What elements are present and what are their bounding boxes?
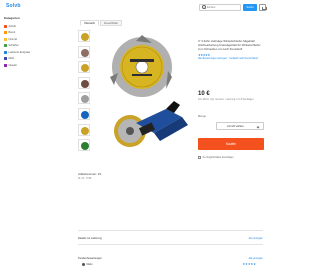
thumbnail[interactable]: [78, 123, 90, 136]
delivery-row[interactable]: Details zur Lieferung Alle anzeigen: [78, 234, 263, 242]
thumbnail-image: [81, 95, 89, 104]
sidebar-item-label: Glasalt: [8, 63, 17, 67]
search-icon: [202, 5, 207, 10]
delivery-link[interactable]: Alle anzeigen: [249, 237, 263, 240]
thumbnail[interactable]: [78, 30, 90, 42]
compare-label: Zu Vergleichsliste hinzufügen: [202, 156, 234, 159]
reviews-row[interactable]: Kundenbewertungen Alle anzeigen: [78, 254, 263, 262]
product-title: 4" 3 Zahn Holzsäge Winkelschleifer-Sägeb…: [198, 39, 261, 51]
search-box[interactable]: [199, 3, 241, 11]
sidebar-item-label: Multi: [8, 57, 14, 61]
item-number: Artikelnummer: 1/1: [78, 172, 102, 176]
category-swatch: [4, 31, 7, 35]
thumbnail-image: [81, 110, 89, 119]
thumbnail-image: [81, 64, 89, 73]
thumbnail[interactable]: [78, 92, 90, 105]
quantity-label: Menge: [198, 115, 206, 118]
purchase-panel: 4" 3 Zahn Holzsäge Winkelschleifer-Sägeb…: [198, 39, 266, 159]
sidebar-item-label: Schärfen: [8, 44, 19, 48]
price: 10 €: [198, 91, 210, 97]
sidebar-item[interactable]: Glasalt: [4, 62, 30, 69]
thumbnail-image: [81, 142, 89, 151]
thumbnail[interactable]: [78, 139, 90, 152]
category-swatch: [4, 50, 7, 54]
avatar: [82, 262, 85, 266]
reviews-link[interactable]: Alle anzeigen: [249, 257, 263, 260]
sidebar-item-label: Normal: [8, 37, 17, 41]
review-item: Mario ★★★★★: [82, 262, 256, 266]
site-logo[interactable]: Solvb: [6, 3, 21, 9]
buy-button[interactable]: Kaufen: [198, 138, 264, 150]
reviews-title: Kundenbewertungen: [78, 256, 102, 260]
category-swatch: [4, 37, 7, 41]
thumbnail-image: [81, 33, 89, 41]
category-swatch: [4, 63, 7, 67]
category-swatch: [4, 24, 7, 28]
angle-grinder-graphic: [114, 101, 188, 147]
top-bar: Solvb Suche: [0, 0, 271, 14]
thumbnail[interactable]: [78, 45, 90, 58]
category-swatch: [4, 57, 7, 61]
gallery-tabs: Übersicht Zusatzbilder: [80, 20, 123, 26]
quantity-select[interactable]: Anzahl wählen: [216, 122, 264, 130]
thumbnail[interactable]: [78, 76, 90, 89]
rating-link[interactable]: Alle Bewertungen anzeigen · Verkauft nac…: [198, 57, 266, 60]
item-number-section: Artikelnummer: 1/1 St. Nr.: 7746: [78, 172, 263, 180]
tab-overview[interactable]: Übersicht: [80, 20, 99, 26]
sidebar-item-label: Bereit: [8, 31, 16, 35]
sidebar-item-label: Anhalt: [8, 24, 16, 28]
chevron-down-icon: [256, 125, 260, 128]
compare-checkbox[interactable]: [198, 156, 201, 159]
item-subnumber: St. Nr.: 7746: [78, 177, 92, 180]
category-swatch: [4, 44, 7, 48]
quantity-value: Anzahl wählen: [227, 124, 244, 128]
cart-icon[interactable]: [259, 3, 267, 11]
review-stars: ★★★★★: [242, 262, 256, 266]
thumbnail-image: [81, 126, 89, 135]
thumbnail[interactable]: [78, 107, 90, 120]
vat-note: inkl. MwSt. zzgl. Versand · Lieferung in…: [198, 99, 254, 101]
product-page: Solvb Suche Kategorien Anhalt Bereit Norma…: [0, 0, 271, 275]
divider: [78, 244, 263, 245]
tab-extra-images[interactable]: Zusatzbilder: [99, 20, 123, 26]
saw-blade-graphic: [110, 35, 172, 97]
thumbnail[interactable]: [78, 61, 90, 74]
compare-toggle[interactable]: Zu Vergleichsliste hinzufügen: [198, 156, 234, 159]
thumbnail-image: [81, 48, 89, 57]
search-input[interactable]: [206, 5, 237, 9]
sidebar-item-label: Lackierte Entgrater: [8, 50, 31, 54]
search-button[interactable]: Suche: [243, 3, 257, 11]
sidebar-title: Kategorien: [4, 16, 20, 20]
thumbnail-strip: [78, 30, 92, 155]
product-image[interactable]: [96, 29, 192, 169]
divider: [78, 230, 263, 231]
thumbnail-image: [81, 79, 89, 88]
category-sidebar: Kategorien Anhalt Bereit Normal Schärfen Lac…: [4, 16, 30, 69]
review-author: Mario: [86, 262, 93, 266]
delivery-title: Details zur Lieferung: [78, 236, 102, 240]
